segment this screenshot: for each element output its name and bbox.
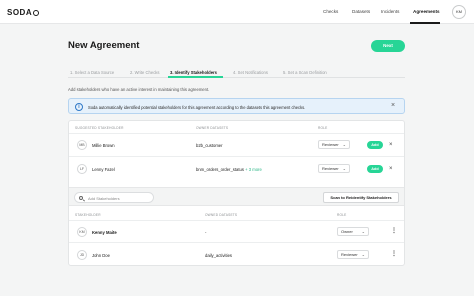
role-value: Reviewer — [322, 142, 339, 147]
remove-suggestion-icon[interactable]: × — [389, 142, 393, 148]
add-stakeholder-button[interactable]: Add — [367, 141, 383, 149]
logo-dot-icon — [33, 9, 40, 16]
active-step-indicator — [168, 76, 223, 78]
suggested-datasets: b2b_customer — [196, 143, 223, 148]
role-value: Reviewer — [341, 252, 358, 257]
logo-text: SODA — [7, 8, 33, 17]
avatar: MB — [77, 140, 87, 150]
step-set-scan-definition[interactable]: 5. Set a Scan Definition — [283, 70, 327, 75]
suggested-name: Lenny Fazel — [92, 167, 115, 172]
info-banner: i Soda automatically identified potentia… — [68, 98, 405, 114]
column-header-owned-datasets: OWNED DATASETS — [205, 213, 238, 217]
stepper-track — [68, 77, 405, 78]
scan-reidentify-button[interactable]: Scan to Reidentify Stakeholders — [323, 192, 399, 203]
role-value: Reviewer — [322, 166, 339, 171]
page-title: New Agreement — [68, 40, 140, 51]
role-dropdown[interactable]: Reviewer ⌄ — [337, 250, 369, 259]
next-button[interactable]: Next — [371, 40, 405, 52]
top-navigation-bar: SODA Checks Datasets Incidents Agreement… — [0, 0, 474, 24]
chevron-down-icon: ⌄ — [342, 142, 346, 147]
nav-agreements[interactable]: Agreements — [413, 9, 440, 14]
step-select-data-source[interactable]: 1. Select a Data Source — [70, 70, 114, 75]
dataset-name: bnm_orders_order_status — [196, 167, 244, 172]
more-datasets-link[interactable]: + 3 more — [245, 167, 262, 172]
column-header-stakeholder: STAKEHOLDER — [75, 213, 101, 217]
suggested-name: Millie Brown — [92, 143, 115, 148]
stakeholder-name: Kenny Maite — [92, 230, 117, 235]
avatar: LF — [77, 164, 87, 174]
add-stakeholder-button[interactable]: Add — [367, 165, 383, 173]
role-dropdown[interactable]: Reviewer ⌄ — [318, 140, 350, 149]
search-icon — [79, 195, 83, 200]
user-avatar[interactable]: KM — [452, 5, 466, 19]
step-write-checks[interactable]: 2. Write Checks — [130, 70, 159, 75]
stakeholder-name: John Doe — [92, 253, 110, 258]
avatar: JD — [77, 250, 87, 260]
role-dropdown[interactable]: Owner ⌄ — [337, 227, 369, 236]
stakeholders-card: SUGGESTED STAKEHOLDER OWNER DATASETS ROL… — [68, 120, 405, 266]
more-options-icon[interactable]: ⋮ — [391, 251, 397, 257]
info-icon: i — [75, 102, 83, 111]
remove-suggestion-icon[interactable]: × — [389, 166, 393, 172]
column-header-owner-datasets: OWNER DATASETS — [196, 126, 229, 130]
header-divider — [69, 133, 404, 134]
nav-checks[interactable]: Checks — [323, 9, 338, 14]
role-dropdown[interactable]: Reviewer ⌄ — [318, 164, 350, 173]
chevron-down-icon: ⌄ — [361, 252, 365, 257]
stakeholder-datasets: daily_activities — [205, 253, 232, 258]
row-divider — [69, 242, 404, 243]
nav-active-indicator — [410, 22, 440, 24]
banner-text: Soda automatically identified potential … — [88, 104, 306, 110]
column-header-suggested-stakeholder: SUGGESTED STAKEHOLDER — [75, 126, 124, 130]
close-icon[interactable]: × — [391, 102, 395, 110]
column-header-role: ROLE — [318, 126, 328, 130]
step-identify-stakeholders[interactable]: 3. Identify Stakeholders — [170, 70, 217, 75]
nav-datasets[interactable]: Datasets — [352, 9, 370, 14]
stakeholder-toolbar: Add Stakeholders Scan to Reidentify Stak… — [69, 187, 404, 206]
helper-text: Add stakeholders who have an active inte… — [68, 87, 210, 92]
stakeholder-datasets: - — [205, 230, 207, 235]
more-options-icon[interactable]: ⋮ — [391, 228, 397, 234]
search-placeholder: Add Stakeholders — [88, 196, 120, 201]
soda-logo[interactable]: SODA — [7, 8, 40, 17]
chevron-down-icon: ⌄ — [342, 166, 346, 171]
step-set-notifications[interactable]: 4. Set Notifications — [233, 70, 268, 75]
column-header-role: ROLE — [337, 213, 347, 217]
suggested-datasets: bnm_orders_order_status + 3 more — [196, 167, 262, 172]
row-divider — [69, 156, 404, 157]
header-divider — [69, 220, 404, 221]
chevron-down-icon: ⌄ — [361, 229, 365, 234]
avatar: KM — [77, 227, 87, 237]
nav-incidents[interactable]: Incidents — [381, 9, 399, 14]
role-value: Owner — [341, 229, 353, 234]
search-input[interactable]: Add Stakeholders — [74, 192, 154, 203]
